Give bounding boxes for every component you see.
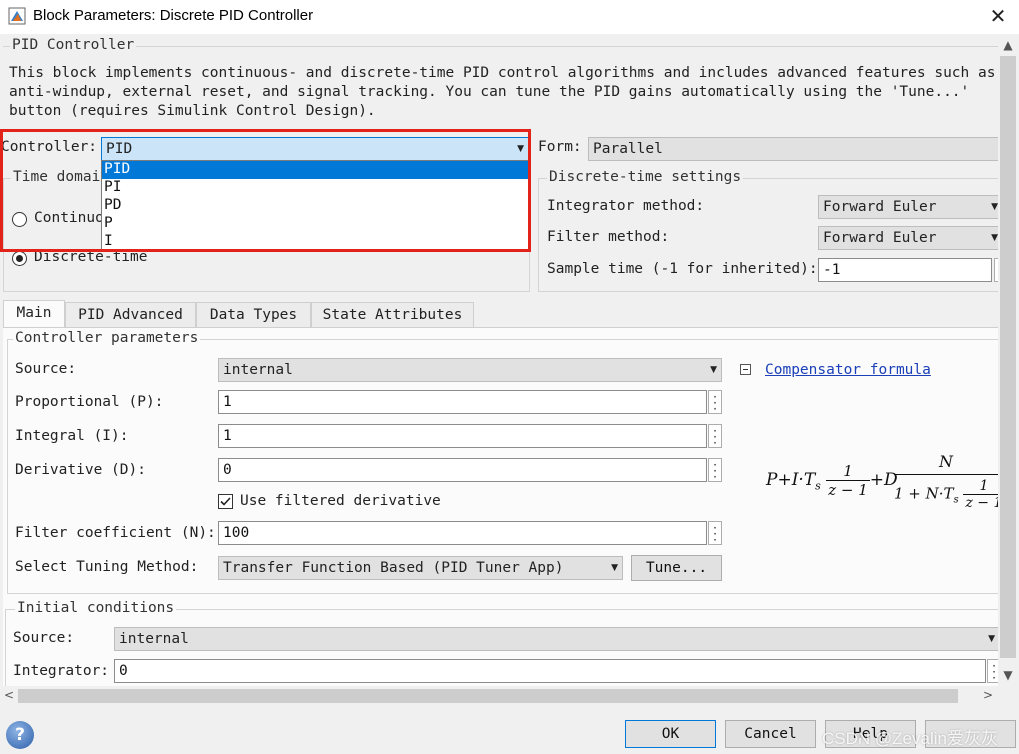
form-value: Parallel bbox=[593, 141, 663, 157]
chevron-down-icon: ▼ bbox=[611, 563, 618, 573]
ic-source-select[interactable]: internal ▼ bbox=[114, 627, 1000, 651]
highlight-box bbox=[0, 129, 531, 252]
scroll-left-icon[interactable]: < bbox=[1, 688, 17, 702]
minus-box-icon[interactable] bbox=[740, 364, 751, 375]
help-icon[interactable]: ? bbox=[6, 721, 34, 749]
section-title: PID Controller bbox=[10, 37, 137, 53]
derivative-input[interactable]: 0 bbox=[218, 458, 707, 482]
tab-state-attributes[interactable]: State Attributes bbox=[311, 302, 474, 328]
block-description: This block implements continuous- and di… bbox=[9, 65, 996, 119]
ok-button[interactable]: OK bbox=[625, 720, 716, 748]
tuning-method-label: Select Tuning Method: bbox=[15, 559, 199, 575]
integral-label: Integral (I): bbox=[15, 428, 129, 444]
tab-pid-advanced[interactable]: PID Advanced bbox=[65, 302, 196, 328]
ic-source-value: internal bbox=[119, 631, 189, 647]
checkmark-icon bbox=[220, 497, 231, 506]
ic-integrator-label: Integrator: bbox=[13, 663, 110, 679]
formula-plus: + bbox=[777, 470, 792, 490]
formula-i-ts: I·T bbox=[791, 470, 816, 490]
chevron-down-icon: ▼ bbox=[991, 233, 998, 243]
integral-input[interactable]: 1 bbox=[218, 424, 707, 448]
proportional-input[interactable]: 1 bbox=[218, 390, 707, 414]
ic-integrator-input[interactable]: 0 bbox=[114, 659, 986, 683]
watermark: CSDN @Zevalin爱灰灰 bbox=[822, 729, 998, 748]
integrator-method-label: Integrator method: bbox=[547, 198, 705, 214]
sample-time-label: Sample time (-1 for inherited): bbox=[547, 261, 818, 277]
tab-data-types[interactable]: Data Types bbox=[196, 302, 311, 328]
chevron-down-icon: ▼ bbox=[991, 202, 998, 212]
tab-main[interactable]: Main bbox=[3, 300, 65, 328]
more-options-icon[interactable]: · · · bbox=[708, 424, 722, 449]
formula-subscript: s bbox=[815, 479, 821, 493]
formula-frac1-num: 1 bbox=[826, 462, 870, 481]
cancel-button[interactable]: Cancel bbox=[725, 720, 816, 748]
proportional-label: Proportional (P): bbox=[15, 394, 164, 410]
more-options-icon[interactable]: · · · bbox=[708, 458, 722, 483]
tune-button[interactable]: Tune... bbox=[631, 555, 722, 581]
scroll-down-icon[interactable]: ▼ bbox=[1000, 668, 1016, 682]
vertical-scroll-thumb[interactable] bbox=[1000, 56, 1016, 658]
source-value: internal bbox=[223, 362, 293, 378]
formula-frac1-den: z − 1 bbox=[828, 481, 868, 499]
tuning-method-select[interactable]: Transfer Function Based (PID Tuner App) … bbox=[218, 556, 623, 580]
source-select[interactable]: internal ▼ bbox=[218, 358, 722, 382]
form-label: Form: bbox=[538, 139, 582, 155]
controller-params-title: Controller parameters bbox=[13, 330, 201, 346]
scroll-right-icon[interactable]: > bbox=[980, 688, 996, 702]
derivative-label: Derivative (D): bbox=[15, 462, 146, 478]
filter-method-label: Filter method: bbox=[547, 229, 670, 245]
compensator-formula: P+I·Ts 1 z − 1 +D N 1 + N·Ts 1 z − 1 bbox=[766, 450, 1005, 526]
filter-coefficient-input[interactable]: 100 bbox=[218, 521, 707, 545]
source-label: Source: bbox=[15, 361, 77, 377]
filter-coefficient-label: Filter coefficient (N): bbox=[15, 525, 216, 541]
sample-time-input[interactable]: -1 bbox=[818, 258, 992, 282]
simulink-block-icon bbox=[8, 7, 26, 25]
scroll-up-icon[interactable]: ▲ bbox=[1000, 38, 1016, 52]
more-options-icon[interactable]: · · · bbox=[708, 521, 722, 546]
integrator-method-select[interactable]: Forward Euler ▼ bbox=[818, 195, 998, 219]
formula-frac2-den: 1 + N·T bbox=[894, 484, 954, 503]
initial-conditions-title: Initial conditions bbox=[15, 600, 177, 616]
formula-subscript: s bbox=[953, 494, 959, 506]
filter-method-value: Forward Euler bbox=[823, 230, 937, 246]
horizontal-scroll-thumb[interactable] bbox=[18, 689, 958, 703]
filtered-derivative-checkbox[interactable] bbox=[218, 494, 233, 509]
tuning-method-value: Transfer Function Based (PID Tuner App) bbox=[223, 560, 564, 576]
close-icon[interactable]: ✕ bbox=[987, 4, 1009, 28]
chevron-down-icon: ▼ bbox=[988, 634, 995, 644]
discrete-settings-title: Discrete-time settings bbox=[547, 169, 744, 185]
chevron-down-icon: ▼ bbox=[710, 365, 717, 375]
window-title: Block Parameters: Discrete PID Controlle… bbox=[33, 7, 314, 24]
more-options-icon[interactable]: · · · bbox=[708, 390, 722, 415]
compensator-formula-link[interactable]: Compensator formula bbox=[765, 362, 931, 378]
form-select[interactable]: Parallel bbox=[588, 137, 998, 161]
integrator-method-value: Forward Euler bbox=[823, 199, 937, 215]
formula-p: P bbox=[766, 470, 778, 490]
formula-frac2-num: N bbox=[939, 452, 953, 471]
filter-method-select[interactable]: Forward Euler ▼ bbox=[818, 226, 998, 250]
ic-source-label: Source: bbox=[13, 630, 75, 646]
filtered-derivative-label: Use filtered derivative bbox=[240, 493, 441, 509]
formula-plus: + bbox=[869, 470, 885, 490]
discrete-time-radio[interactable] bbox=[12, 251, 27, 266]
